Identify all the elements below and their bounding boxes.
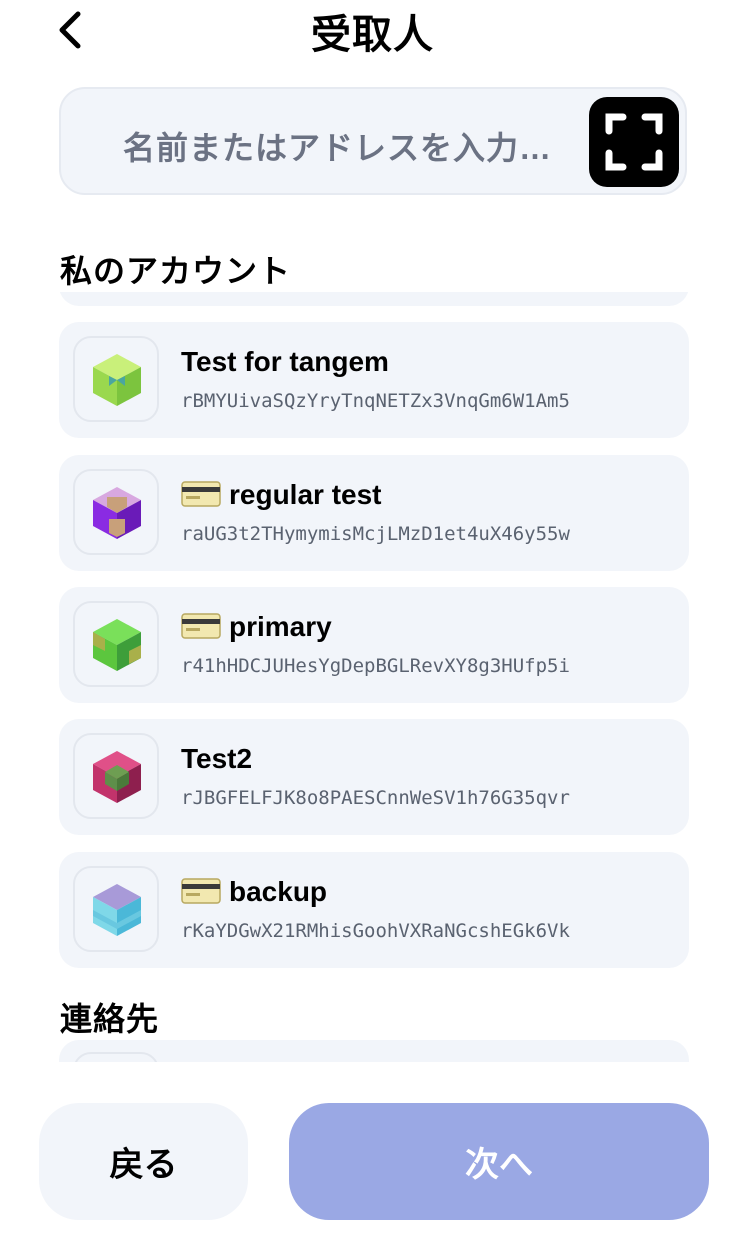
back-button[interactable]: 戻る [39, 1103, 248, 1220]
credit-card-icon [181, 481, 221, 507]
recipient-search-field[interactable]: 名前またはアドレスを入力… [59, 87, 687, 195]
credit-card-icon [181, 613, 221, 639]
account-card[interactable]: Test for tangem rBMYUivaSQzYryTnqNETZx3V… [59, 322, 689, 438]
cube-avatar-icon [93, 487, 141, 539]
account-avatar [73, 866, 159, 952]
account-avatar [73, 733, 159, 819]
account-name: backup [181, 876, 327, 908]
account-avatar [73, 469, 159, 555]
account-name: Test for tangem [181, 346, 389, 377]
account-avatar [73, 601, 159, 687]
account-name: primary [181, 611, 332, 643]
page-title: 受取人 [311, 13, 434, 57]
cube-avatar-icon [93, 751, 141, 803]
account-avatar [73, 336, 159, 422]
account-list-top-edge [59, 292, 689, 306]
contacts-list-top-edge [59, 1040, 689, 1062]
account-address: rJBGFELFJK8o8PAESCnnWeSV1h76G35qvr [181, 787, 570, 809]
account-address: raUG3t2THymymisMcjLMzD1et4uX46y55w [181, 523, 570, 545]
qr-scan-icon [605, 113, 663, 171]
account-name: regular test [181, 479, 382, 511]
credit-card-icon [181, 878, 221, 904]
section-title-contacts: 連絡先 [60, 1001, 160, 1037]
header: 受取人 [0, 0, 745, 60]
section-title-my-accounts: 私のアカウント [60, 253, 292, 289]
account-card[interactable]: primary r41hHDCJUHesYgDepBGLRevXY8g3HUfp… [59, 587, 689, 703]
scan-button[interactable] [589, 97, 679, 187]
account-address: r41hHDCJUHesYgDepBGLRevXY8g3HUfp5i [181, 655, 570, 677]
account-address: rKaYDGwX21RMhisGoohVXRaNGcshEGk6Vk [181, 920, 570, 942]
account-card[interactable]: regular test raUG3t2THymymisMcjLMzD1et4u… [59, 455, 689, 571]
cube-avatar-icon [93, 619, 141, 671]
cube-avatar-icon [93, 354, 141, 406]
cube-avatar-icon [93, 884, 141, 936]
account-card[interactable]: backup rKaYDGwX21RMhisGoohVXRaNGcshEGk6V… [59, 852, 689, 968]
next-button[interactable]: 次へ [289, 1103, 709, 1220]
account-name: Test2 [181, 743, 253, 774]
account-card[interactable]: Test2 rJBGFELFJK8o8PAESCnnWeSV1h76G35qvr [59, 719, 689, 835]
account-address: rBMYUivaSQzYryTnqNETZx3VnqGm6W1Am5 [181, 390, 570, 412]
search-input[interactable]: 名前またはアドレスを入力… [123, 123, 552, 169]
